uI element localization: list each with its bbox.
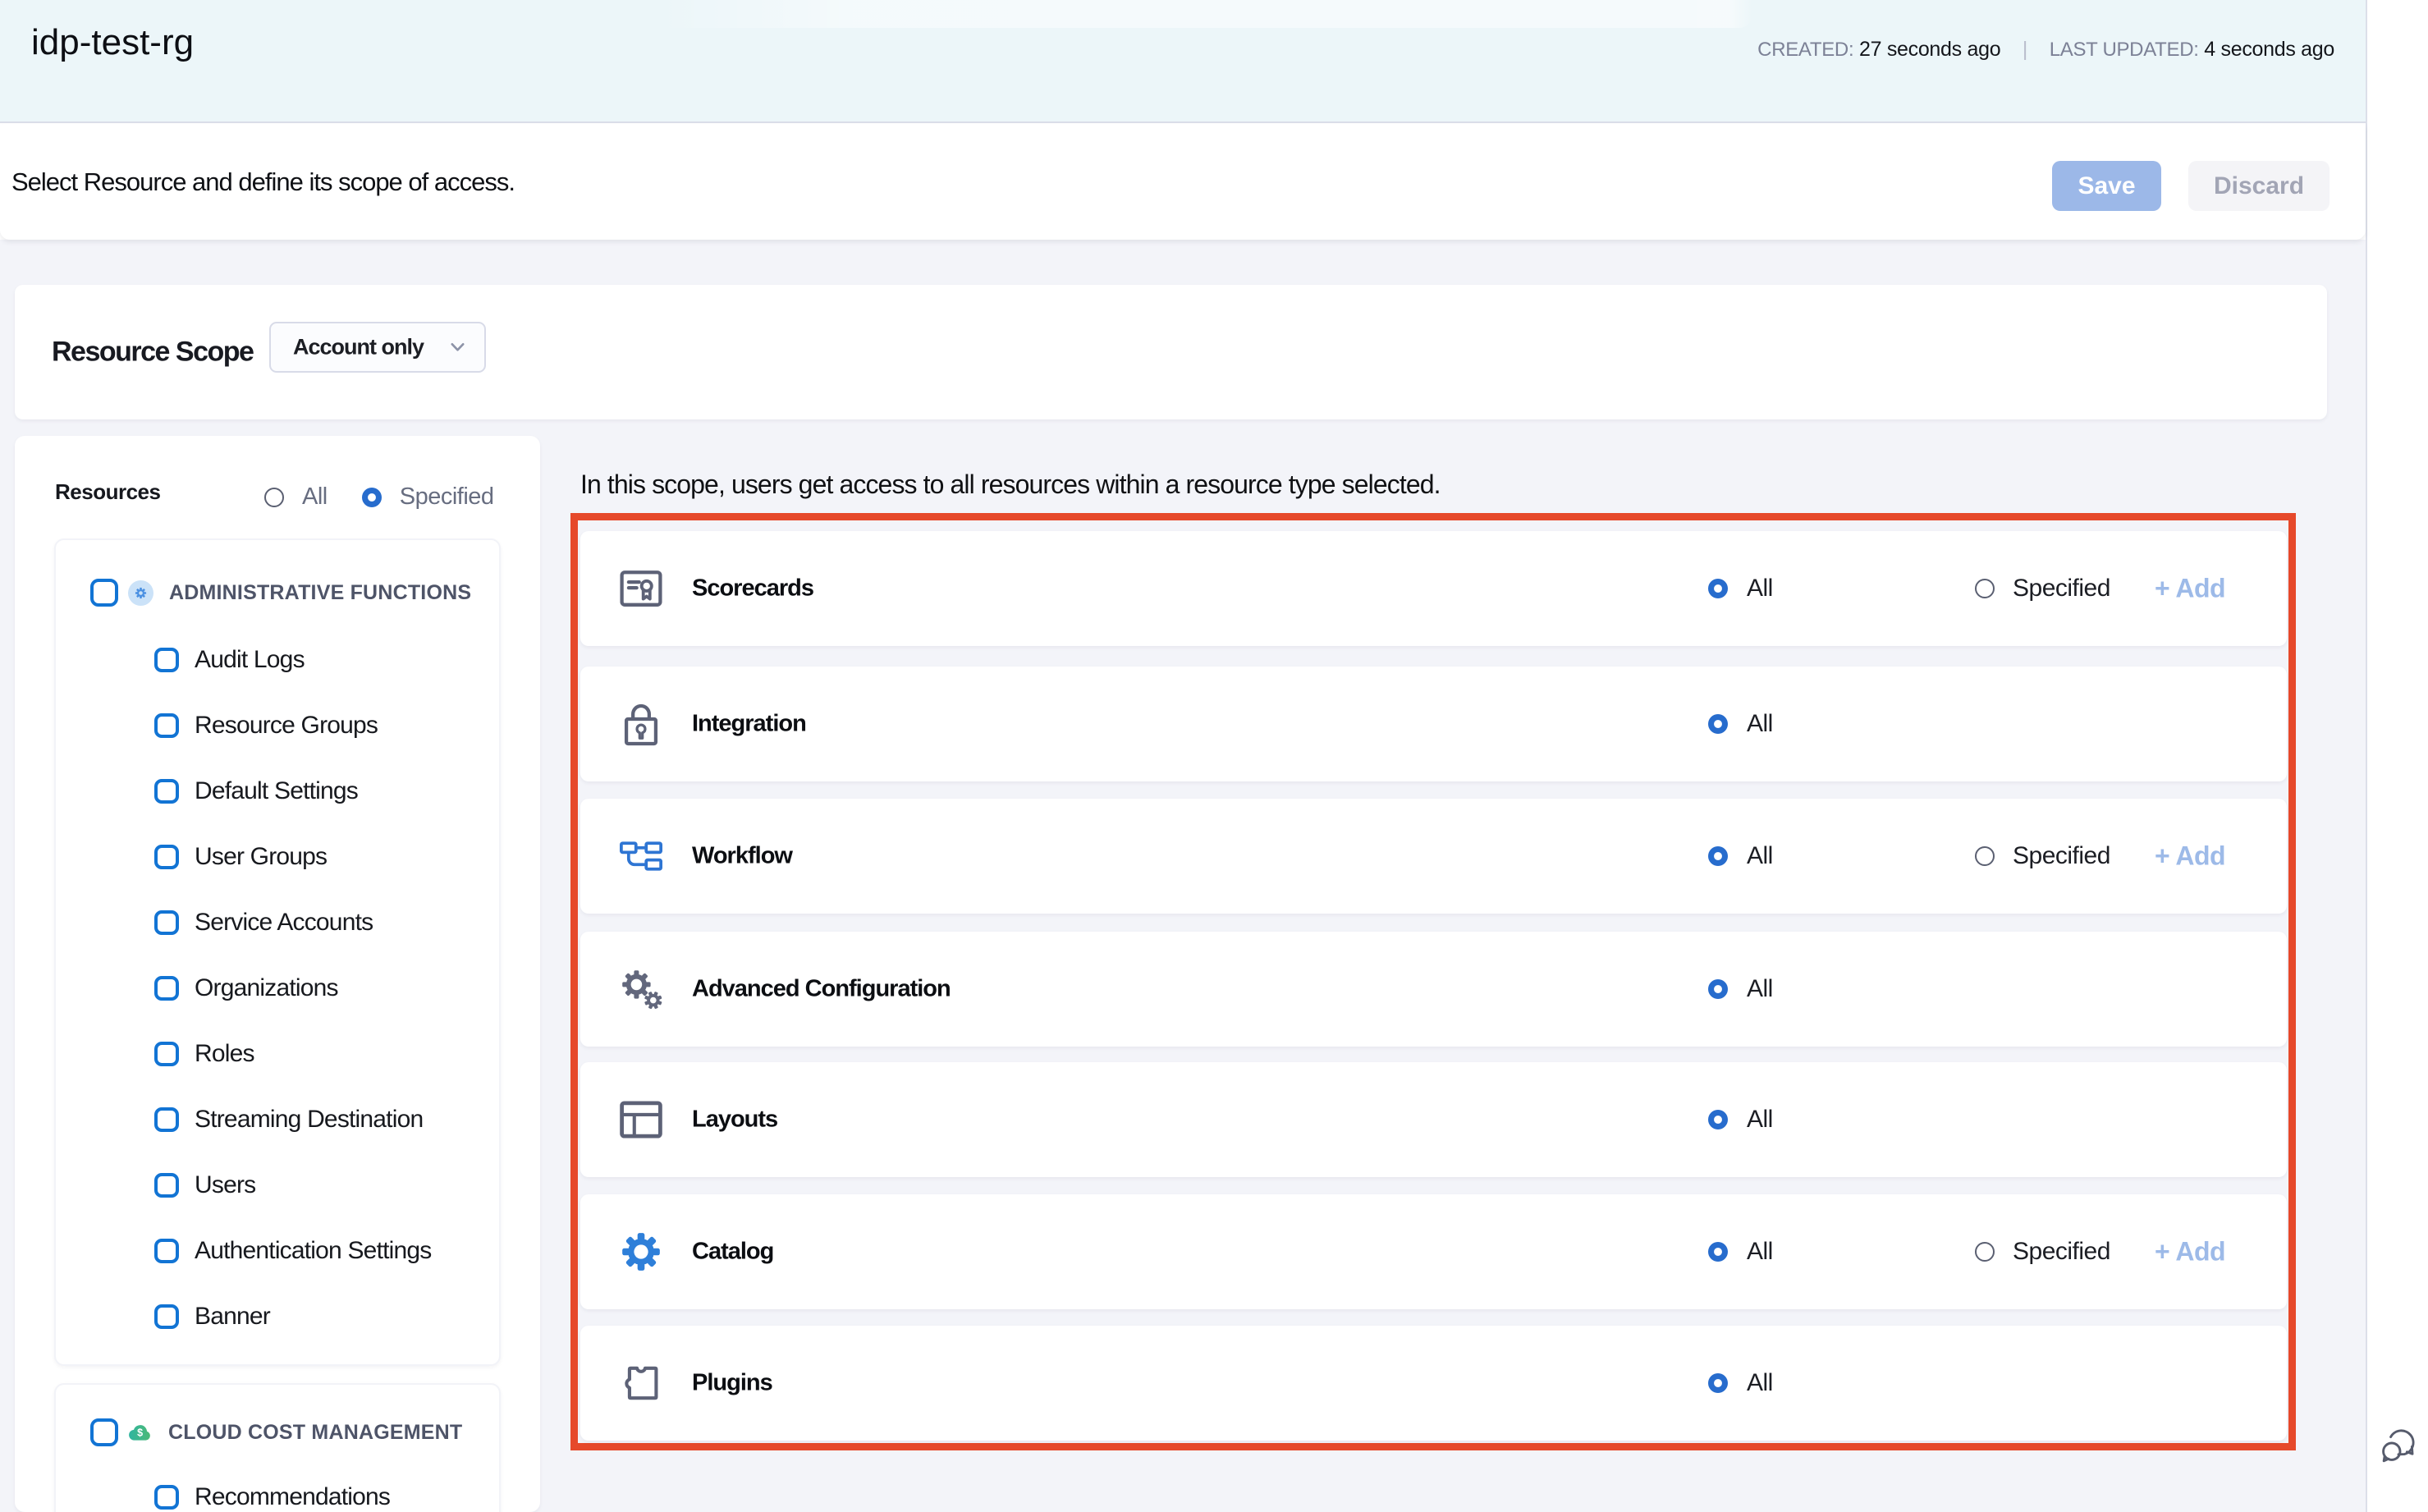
svg-text:$: $ [137, 1427, 143, 1439]
